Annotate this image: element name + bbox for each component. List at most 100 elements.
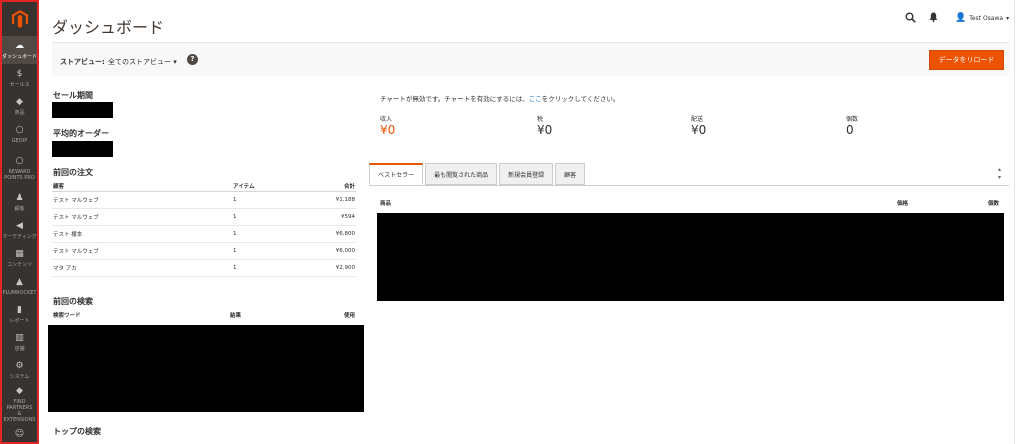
sidebar-item[interactable]: ○ GEOIP [2, 120, 37, 148]
sidebar-item-label: コンテンツ [6, 261, 32, 268]
content-icon: ▦ [15, 248, 24, 259]
megaphone-icon: ◀ [16, 220, 23, 231]
sidebar-item-label: REWARD POINTS PRO [4, 168, 35, 181]
page-edge-divider [1014, 0, 1015, 444]
extensions-icon: ◆ [16, 385, 23, 396]
total-tax-value: ¥0 [537, 123, 553, 137]
sidebar-item[interactable]: ▲ PLUMROCKET [2, 272, 37, 300]
user-icon: 👤 [955, 13, 967, 23]
redacted-last-search-results [48, 325, 364, 412]
store-view-bar: ストアビュー: 全てのストアビュー ▾ ? データをリロード [52, 42, 1009, 76]
redacted-sales-period [52, 102, 113, 118]
redacted-bestsellers-grid [377, 213, 1004, 301]
order-customer-cell: テスト マルウェブ [52, 191, 232, 209]
table-row[interactable]: テスト 榎本 1 ¥6,800 [52, 225, 356, 243]
average-order-title: 平均的オーダー [53, 129, 109, 138]
enable-chart-link[interactable]: ここ [529, 95, 542, 103]
dashboard-page: ☁ ダッシュボード $ セールス ◆ 商品 ○ GEOIP ○ REWARD POINTS PRO… [0, 0, 1024, 444]
sidebar-item[interactable]: ○ REWARD POINTS PRO [2, 148, 37, 188]
sidebar-item-label: システム [9, 373, 30, 380]
column-header: 価格 [897, 201, 909, 207]
store-icon: ▥ [15, 332, 24, 343]
total-revenue-value: ¥0 [380, 123, 396, 137]
order-customer-cell: テスト マルウェブ [52, 208, 232, 226]
hexagon-icon: ○ [15, 124, 24, 135]
sidebar-item[interactable]: ▥ 店舗 [2, 328, 37, 356]
column-header: 使用 [344, 313, 356, 319]
last-search-title: 前回の検索 [53, 297, 93, 306]
tab-customers[interactable]: 顧客 [555, 163, 586, 185]
column-header: 商品 [380, 201, 392, 207]
help-icon[interactable]: ? [187, 54, 198, 65]
sidebar-item[interactable]: ♟ 顧客 [2, 188, 37, 216]
column-header: 個数 [988, 201, 1000, 207]
user-menu[interactable]: 👤 Test Osawa ▾ [955, 13, 1009, 23]
gear-icon: ⚙ [15, 360, 24, 371]
total-shipping-label: 配送 [691, 116, 704, 123]
total-shipping-value: ¥0 [691, 123, 707, 137]
order-total-cell: ¥594 [302, 208, 356, 226]
page-title: ダッシュボード [52, 18, 165, 37]
table-row[interactable]: マタ アカ 1 ¥2,900 [52, 259, 356, 277]
tab-scroll-arrows[interactable]: ▴ ▾ [998, 166, 1001, 182]
sidebar-item-label: レポート [9, 317, 30, 324]
sidebar-item[interactable]: ▦ コンテンツ [2, 244, 37, 272]
scroll-down-icon[interactable]: ▾ [998, 174, 1001, 182]
table-row[interactable]: テスト マルウェブ 1 ¥1,188 [52, 191, 356, 209]
sidebar-item-label: マーケティング [2, 233, 37, 240]
total-revenue-label: 収入 [380, 116, 393, 123]
sales-period-title: セール期間 [53, 91, 93, 100]
admin-sidebar: ☁ ダッシュボード $ セールス ◆ 商品 ○ GEOIP ○ REWARD POINTS PRO… [0, 0, 39, 444]
sidebar-item-label: FIND PARTNERS & EXTENSIONS [3, 398, 36, 423]
sidebar-item-label: 商品 [14, 109, 25, 116]
bar-chart-icon: ▮ [17, 304, 22, 315]
column-header: 検索ワード [53, 313, 81, 319]
table-row[interactable]: テスト マルウェブ 1 ¥6,000 [52, 242, 356, 260]
table-row[interactable]: テスト マルウェブ 1 ¥594 [52, 208, 356, 226]
chart-message-end: をクリックしてください。 [541, 95, 620, 103]
sidebar-item-label: 顧客 [14, 205, 25, 212]
scroll-up-icon[interactable]: ▴ [998, 166, 1001, 174]
tab-bestsellers[interactable]: ベストセラー [369, 163, 424, 185]
order-customer-cell: マタ アカ [52, 259, 232, 277]
sidebar-item[interactable]: ▮ レポート [2, 300, 37, 328]
total-quantity-label: 個数 [846, 116, 859, 123]
order-customer-cell: テスト マルウェブ [52, 242, 232, 260]
top-search-title: トップの検索 [53, 427, 101, 436]
sidebar-item[interactable]: ◆ FIND PARTNERS & EXTENSIONS [2, 384, 37, 424]
column-header: 結果 [230, 313, 242, 319]
order-total-cell: ¥1,188 [302, 191, 356, 209]
tab-most-viewed[interactable]: 最も閲覧された商品 [425, 163, 498, 185]
chart-disabled-message: チャートが無効です。チャートを有効にするには、ここをクリックしてください。 [380, 93, 619, 103]
sidebar-item[interactable]: ◆ 商品 [2, 92, 37, 120]
search-icon[interactable] [905, 12, 916, 26]
tab-new-customers[interactable]: 新規会員登録 [499, 163, 554, 185]
order-customer-cell: テスト 榎本 [52, 225, 232, 243]
sidebar-nav: ☁ ダッシュボード $ セールス ◆ 商品 ○ GEOIP ○ REWARD POINTS PRO… [2, 36, 37, 443]
bell-icon[interactable] [929, 12, 938, 25]
order-total-cell: ¥6,000 [302, 242, 356, 260]
reload-data-button[interactable]: データをリロード [929, 50, 1004, 70]
last-orders-table: 顧客 アイテム 合計 テスト マルウェブ 1 ¥1,188 テスト マルウェブ 1 ¥59… [52, 181, 356, 277]
cube-icon: ◆ [16, 96, 23, 107]
redacted-average-order [52, 141, 113, 157]
mailchimp-icon: ☺ [14, 428, 25, 439]
chart-message-text: チャートが無効です。チャートを有効にするには、 [380, 95, 529, 103]
order-total-cell: ¥2,900 [302, 259, 356, 277]
order-items-cell: 1 [232, 208, 302, 226]
sidebar-item[interactable]: ⚙ システム [2, 356, 37, 384]
plumrocket-icon: ▲ [16, 276, 23, 287]
total-quantity-value: 0 [846, 123, 854, 137]
sidebar-item[interactable]: ☁ ダッシュボード [2, 36, 37, 64]
order-items-cell: 1 [232, 191, 302, 209]
magento-logo[interactable] [2, 2, 37, 36]
sidebar-item[interactable]: ☺MAILCHIMP [2, 424, 37, 443]
sidebar-item[interactable]: $ セールス [2, 64, 37, 92]
column-header: アイテム [232, 181, 302, 192]
store-view-label: ストアビュー: [60, 58, 105, 66]
store-view-switcher[interactable]: 全てのストアビュー ▾ [108, 57, 177, 67]
total-tax-label: 税 [537, 116, 544, 123]
sidebar-item[interactable]: ◀ マーケティング [2, 216, 37, 244]
store-view-selected: 全てのストアビュー [108, 58, 171, 66]
order-items-cell: 1 [232, 259, 302, 277]
